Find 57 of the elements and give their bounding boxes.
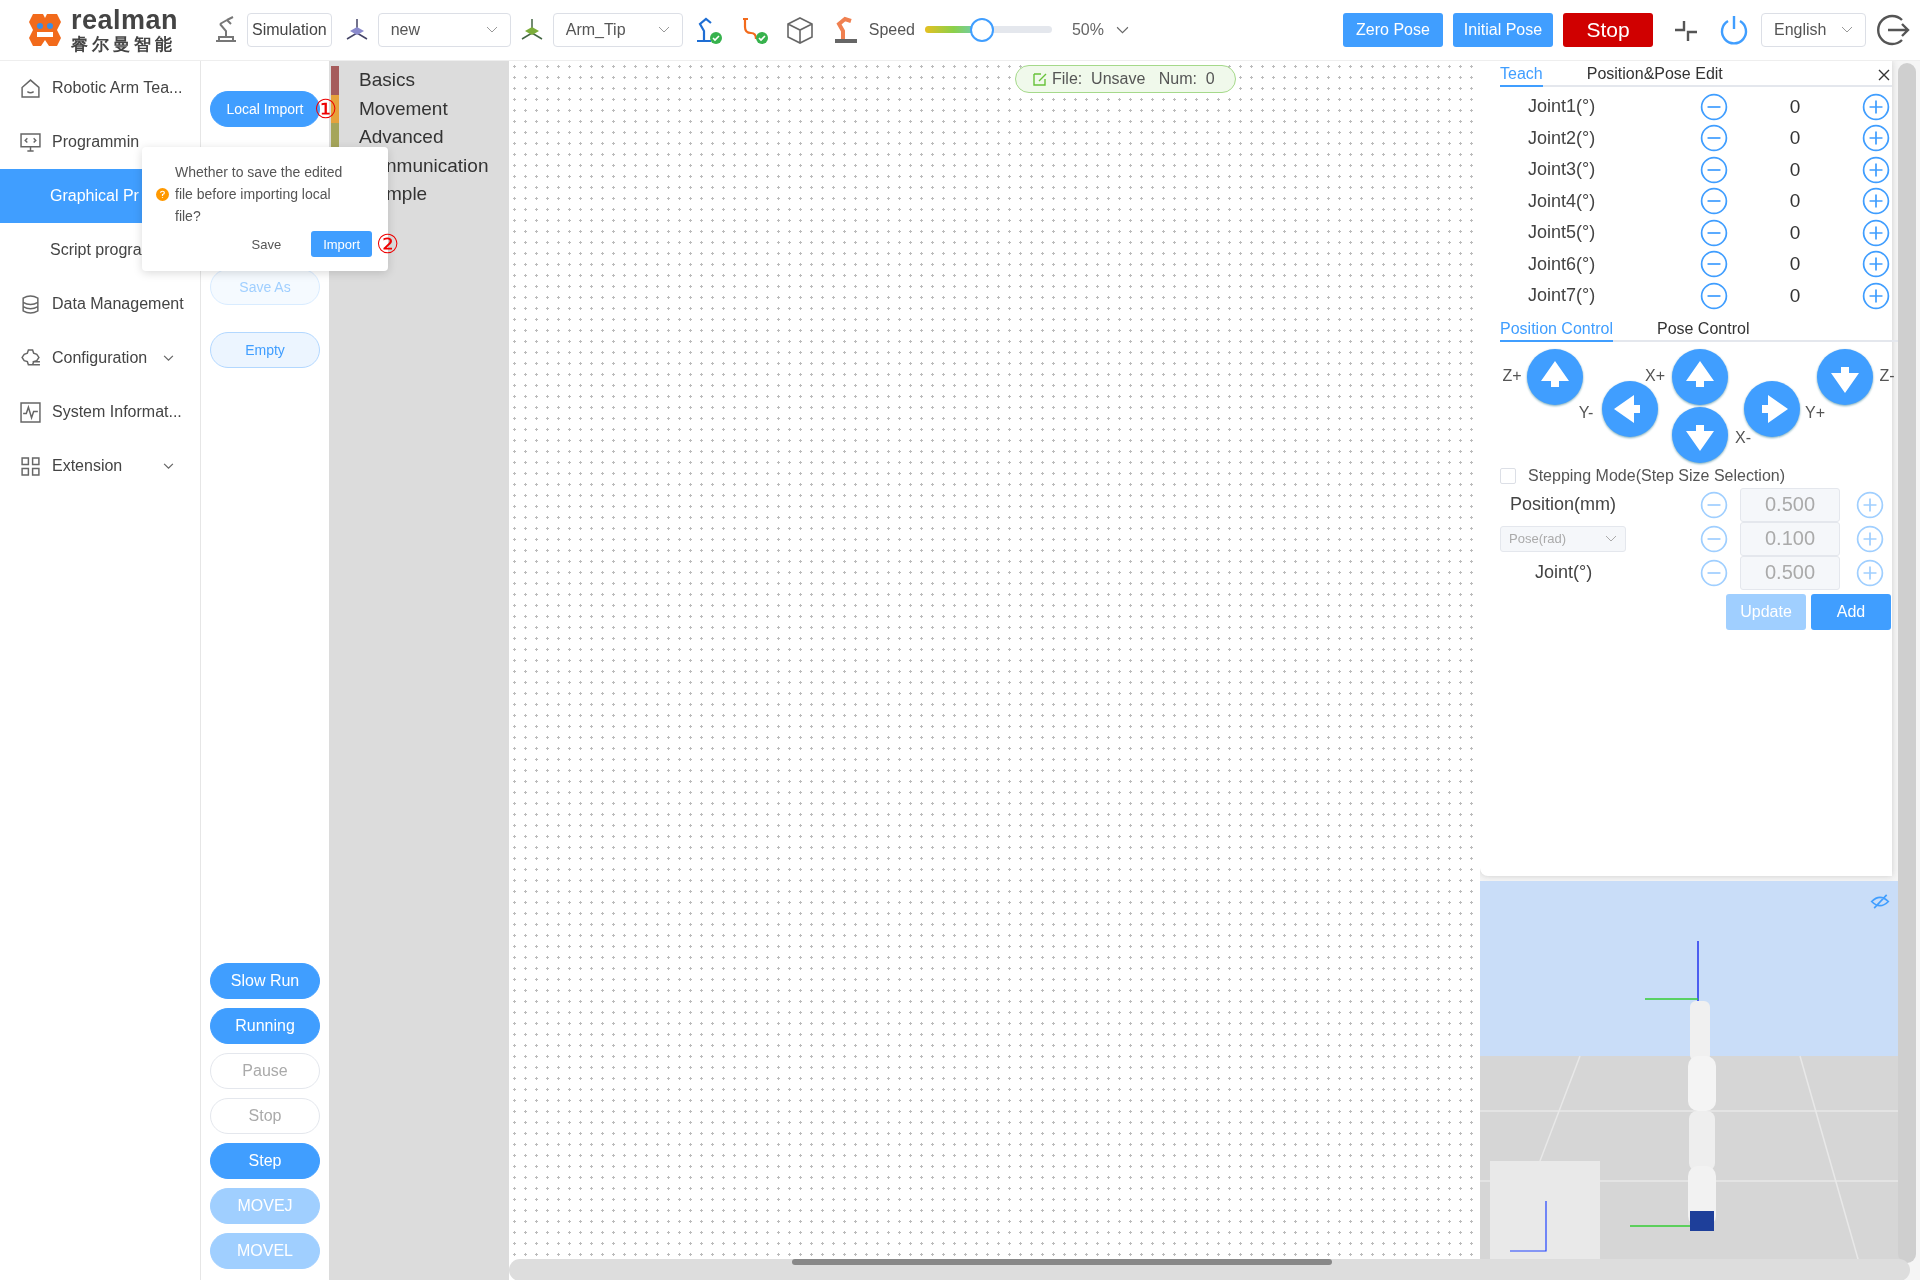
- category-item[interactable]: nmunication: [386, 154, 489, 177]
- sidebar-item[interactable]: Configuration: [0, 331, 200, 385]
- jog-axis-label: X+: [1644, 366, 1666, 386]
- speed-label: Speed: [868, 21, 915, 39]
- joint-label: Joint1(°): [1527, 96, 1597, 118]
- brand-name: realman: [71, 7, 179, 34]
- popover-button[interactable]: Save: [239, 231, 294, 257]
- pose-button[interactable]: Zero Pose: [1343, 13, 1443, 47]
- work-frame-select[interactable]: new: [377, 13, 511, 47]
- joint-label: Joint2(°): [1527, 127, 1597, 149]
- joint-label: Joint5(°): [1527, 222, 1597, 244]
- step-number: ②: [376, 231, 399, 257]
- stop-button[interactable]: Stop: [1563, 13, 1653, 47]
- stepping-mode-label: Stepping Mode(Step Size Selection): [1528, 466, 1786, 485]
- panel-tab[interactable]: Teach: [1500, 65, 1543, 87]
- pose-button[interactable]: Initial Pose: [1453, 13, 1553, 47]
- sidebar-item[interactable]: Robotic Arm Tea...: [0, 61, 200, 115]
- joint-value: 0: [1788, 95, 1802, 118]
- tool-frame-select[interactable]: Arm_Tip: [552, 13, 683, 47]
- joint-value: 0: [1788, 284, 1802, 307]
- category-item[interactable]: Movement: [359, 97, 448, 120]
- step-label: Joint(°): [1534, 562, 1594, 583]
- joint-value: 0: [1788, 127, 1802, 150]
- joint-label: Joint4(°): [1527, 190, 1597, 212]
- program-button[interactable]: Empty: [210, 332, 320, 368]
- joint-label: Joint7(°): [1527, 285, 1597, 307]
- popover-button[interactable]: Import: [311, 231, 372, 257]
- jog-axis-label: Y-: [1577, 403, 1595, 423]
- control-tab[interactable]: Position Control: [1500, 319, 1613, 342]
- control-tab[interactable]: Pose Control: [1656, 319, 1750, 342]
- run-button[interactable]: Step: [210, 1143, 320, 1179]
- run-button[interactable]: Running: [210, 1008, 320, 1044]
- joint-value: 0: [1788, 221, 1802, 244]
- category-item[interactable]: Basics: [359, 69, 415, 92]
- joint-value: 0: [1788, 253, 1802, 276]
- category-item[interactable]: Advanced: [359, 126, 444, 149]
- step-label: Position(mm): [1509, 494, 1617, 515]
- joint-value: 0: [1788, 190, 1802, 213]
- brand-subtitle: 睿尔曼智能: [71, 36, 177, 53]
- jog-axis-label: Y+: [1804, 403, 1826, 423]
- panel-tab[interactable]: Position&Pose Edit: [1586, 65, 1723, 87]
- step-type-select[interactable]: Pose(rad): [1500, 525, 1626, 552]
- mode-button[interactable]: Simulation: [247, 13, 332, 47]
- joint-value: 0: [1788, 158, 1802, 181]
- sidebar-item[interactable]: Data Management: [0, 277, 200, 331]
- jog-axis-label: X-: [1734, 428, 1752, 448]
- joint-label: Joint3(°): [1527, 159, 1597, 181]
- jog-axis-label: Z-: [1878, 366, 1896, 386]
- file-status-text: File: Unsave Num: 0: [1052, 70, 1215, 88]
- language-select[interactable]: English: [1761, 13, 1866, 47]
- action-button[interactable]: Add: [1811, 593, 1891, 630]
- speed-reading: 50%: [1071, 21, 1104, 39]
- run-button[interactable]: Slow Run: [210, 963, 320, 999]
- sidebar-item[interactable]: System Informat...: [0, 385, 200, 439]
- sidebar-item[interactable]: Extension: [0, 439, 200, 493]
- jog-axis-label: Z+: [1501, 366, 1523, 386]
- joint-label: Joint6(°): [1527, 253, 1597, 275]
